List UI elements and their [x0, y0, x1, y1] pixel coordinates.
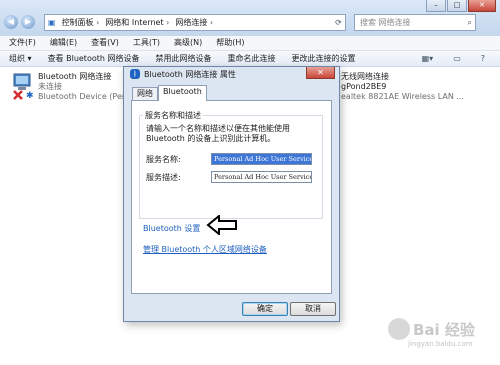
- menu-file[interactable]: 文件(F): [0, 36, 41, 50]
- group-title: 服务名称和描述: [143, 110, 203, 121]
- tab-network[interactable]: 网络: [132, 87, 158, 100]
- search-input[interactable]: 搜索 网络连接 ⌕: [354, 14, 476, 31]
- menu-tools[interactable]: 工具(T): [124, 36, 165, 50]
- forward-arrow-icon[interactable]: ▶: [21, 15, 35, 29]
- window-controls: – □ ✕: [426, 0, 496, 12]
- back-arrow-icon[interactable]: ◀: [4, 15, 18, 29]
- pointer-arrow-icon: [206, 215, 237, 235]
- manage-pan-devices-link[interactable]: 管理 Bluetooth 个人区域网络设备: [143, 244, 267, 255]
- breadcrumb-control-panel[interactable]: 控制面板: [62, 17, 100, 28]
- service-desc-field[interactable]: Personal Ad Hoc User Service: [211, 171, 312, 183]
- dialog-close-button[interactable]: ✕: [306, 67, 335, 79]
- menu-bar: 文件(F) 编辑(E) 查看(V) 工具(T) 高级(N) 帮助(H): [0, 36, 500, 51]
- menu-help[interactable]: 帮助(H): [207, 36, 249, 50]
- change-settings-button[interactable]: 更改此连接的设置: [282, 53, 362, 64]
- menu-view[interactable]: 查看(V): [82, 36, 124, 50]
- rename-connection-button[interactable]: 重命名此连接: [218, 53, 282, 64]
- dialog-title: Bluetooth 网络连接 属性: [144, 69, 236, 79]
- breadcrumb-network-internet[interactable]: 网络和 Internet: [105, 17, 169, 28]
- window-titlebar: – □ ✕ ◀ ▶ ▣ 控制面板 网络和 Internet 网络连接 ⟳ 搜索 …: [0, 0, 500, 36]
- group-description: 请输入一个名称和描述以便在其他能使用 Bluetooth 的设备上识别此计算机。: [146, 124, 290, 143]
- close-button[interactable]: ✕: [468, 0, 496, 12]
- tab-bluetooth[interactable]: Bluetooth: [158, 85, 207, 101]
- refresh-icon[interactable]: ⟳: [332, 18, 345, 27]
- baidu-paw-logo: [388, 318, 410, 340]
- svg-text:✱: ✱: [26, 91, 34, 100]
- connection-status: gPond2BE9: [341, 82, 387, 91]
- minimize-button[interactable]: –: [426, 0, 446, 12]
- cancel-button[interactable]: 取消: [290, 302, 336, 316]
- control-panel-icon: ▣: [48, 18, 56, 27]
- view-bluetooth-devices-button[interactable]: 查看 Bluetooth 网络设备: [39, 53, 147, 64]
- service-desc-label: 服务描述:: [146, 172, 181, 182]
- connection-name: 无线网络连接: [341, 72, 389, 81]
- bluetooth-settings-link[interactable]: Bluetooth 设置: [143, 223, 200, 234]
- menu-advanced[interactable]: 高级(N): [165, 36, 207, 50]
- properties-dialog: ᛒ Bluetooth 网络连接 属性 ✕ 网络 Bluetooth 服务名称和…: [123, 66, 340, 322]
- service-desc-row: 服务描述: Personal Ad Hoc User Service: [146, 171, 312, 183]
- baidu-watermark: Bai 经验: [388, 318, 475, 340]
- tab-panel: 服务名称和描述 请输入一个名称和描述以便在其他能使用 Bluetooth 的设备…: [131, 100, 332, 294]
- wireless-connection-item[interactable]: 无线网络连接 gPond2BE9 ealtek 8821AE Wireless …: [341, 72, 464, 102]
- help-icon[interactable]: ?: [472, 54, 492, 63]
- maximize-button[interactable]: □: [447, 0, 467, 12]
- preview-pane-icon[interactable]: ▭: [444, 54, 468, 63]
- service-group: 服务名称和描述 请输入一个名称和描述以便在其他能使用 Bluetooth 的设备…: [139, 110, 323, 219]
- service-name-field[interactable]: Personal Ad Hoc User Service: [211, 153, 312, 165]
- command-bar: 组织 ▾ 查看 Bluetooth 网络设备 禁用此网络设备 重命名此连接 更改…: [0, 51, 500, 67]
- watermark-brand: Bai 经验: [413, 320, 475, 339]
- connection-device: ealtek 8821AE Wireless LAN ...: [341, 92, 464, 101]
- breadcrumb-network-connections[interactable]: 网络连接: [175, 17, 213, 28]
- ok-button[interactable]: 确定: [242, 302, 288, 316]
- search-placeholder: 搜索 网络连接: [360, 18, 411, 27]
- search-icon[interactable]: ⌕: [468, 18, 472, 28]
- address-bar[interactable]: ▣ 控制面板 网络和 Internet 网络连接 ⟳: [44, 14, 346, 31]
- disable-device-button[interactable]: 禁用此网络设备: [146, 53, 218, 64]
- watermark-url: jingyan.baidu.com: [408, 340, 473, 348]
- view-options-icon[interactable]: ▦▾: [413, 54, 441, 63]
- service-name-label: 服务名称:: [146, 154, 181, 164]
- menu-edit[interactable]: 编辑(E): [41, 36, 82, 50]
- service-name-row: 服务名称: Personal Ad Hoc User Service: [146, 153, 312, 165]
- network-adapter-icon: ✱: [12, 72, 34, 101]
- bluetooth-icon: ᛒ: [130, 69, 140, 79]
- organize-button[interactable]: 组织 ▾: [0, 53, 39, 64]
